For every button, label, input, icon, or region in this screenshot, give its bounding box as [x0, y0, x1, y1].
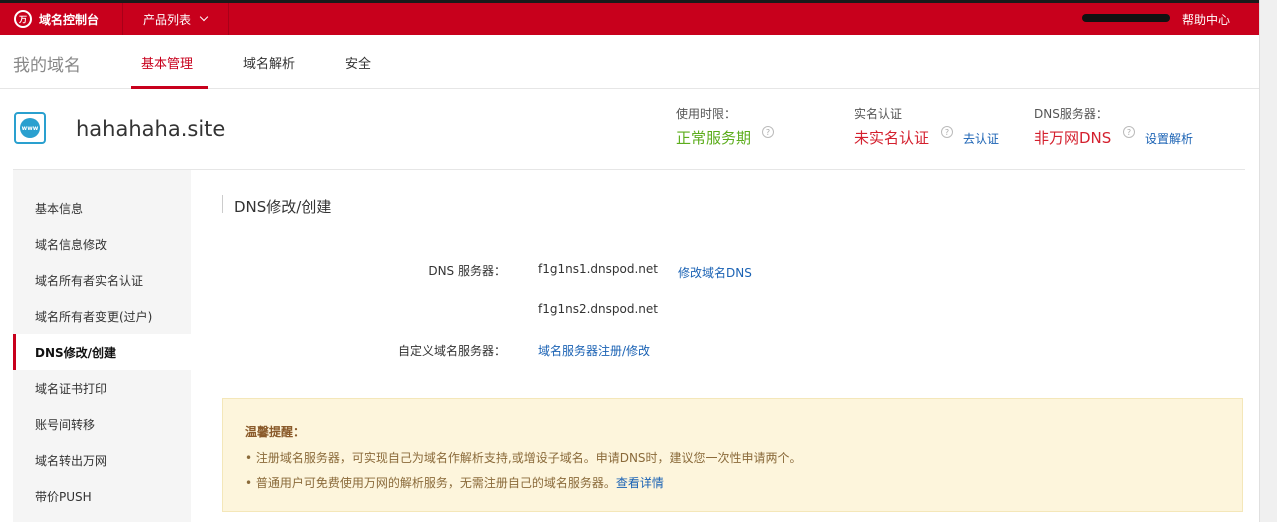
help-question-icon[interactable]: ?	[762, 126, 774, 138]
sidebar-item-basic-info[interactable]: 基本信息	[13, 190, 191, 226]
dns-server-status: 非万网DNS	[1034, 129, 1112, 147]
chevron-down-icon	[199, 12, 209, 22]
tab-domain-resolution[interactable]: 域名解析	[243, 53, 295, 72]
set-resolution-link[interactable]: 设置解析	[1145, 130, 1193, 147]
help-question-icon[interactable]: ?	[941, 126, 953, 138]
notice-line-2: • 普通用户可免费使用万网的解析服务，无需注册自己的域名服务器。查看详情	[245, 474, 664, 491]
sidebar-item-owner-change[interactable]: 域名所有者变更(过户)	[13, 298, 191, 334]
sidebar-item-dns[interactable]: DNS修改/创建	[13, 334, 191, 370]
dns-server-1: f1g1ns1.dnspod.net	[538, 262, 658, 276]
view-details-link[interactable]: 查看详情	[616, 476, 664, 490]
redacted-username	[1082, 14, 1170, 22]
products-label: 产品列表	[143, 12, 192, 27]
section-title: DNS修改/创建	[234, 198, 332, 216]
page-title: 我的域名	[13, 56, 81, 76]
www-globe-icon: www	[14, 112, 46, 144]
term-label: 使用时限：	[676, 107, 737, 121]
notice-line-2-text: • 普通用户可免费使用万网的解析服务，无需注册自己的域名服务器。	[245, 476, 616, 490]
sidebar: 基本信息 域名信息修改 域名所有者实名认证 域名所有者变更(过户) DNS修改/…	[13, 170, 191, 522]
verify-link[interactable]: 去认证	[963, 130, 999, 147]
top-bar: 万 域名控制台 产品列表 帮助中心	[0, 0, 1259, 35]
section-divider	[222, 195, 223, 213]
sidebar-item-certificate[interactable]: 域名证书打印	[13, 370, 191, 406]
sidebar-item-realname[interactable]: 域名所有者实名认证	[13, 262, 191, 298]
help-center-link[interactable]: 帮助中心	[1182, 3, 1230, 35]
brand-link[interactable]: 万 域名控制台	[0, 3, 123, 35]
dns-server-label: DNS服务器：	[1034, 107, 1108, 121]
help-question-icon[interactable]: ?	[1123, 126, 1135, 138]
realname-label: 实名认证	[854, 107, 903, 121]
custom-dns-label: 自定义域名服务器：	[397, 344, 506, 358]
vertical-scrollbar[interactable]	[1259, 0, 1277, 522]
sub-navigation: 我的域名 基本管理 域名解析 安全	[0, 35, 1259, 89]
tab-basic-management[interactable]: 基本管理	[141, 53, 193, 72]
sidebar-item-info-edit[interactable]: 域名信息修改	[13, 226, 191, 262]
realname-status: 未实名认证	[854, 129, 930, 147]
dns-server-2: f1g1ns2.dnspod.net	[538, 302, 658, 316]
sidebar-item-transfer-out[interactable]: 域名转出万网	[13, 442, 191, 478]
sidebar-item-account-transfer[interactable]: 账号间转移	[13, 406, 191, 442]
notice-title: 温馨提醒：	[245, 425, 306, 439]
notice-line-1: • 注册域名服务器，可实现自己为域名作解析支持,或增设子域名。申请DNS时，建议…	[245, 451, 802, 465]
header-divider	[13, 169, 1245, 170]
term-status: 正常服务期	[676, 129, 752, 147]
active-tab-indicator	[131, 86, 208, 89]
notice-box: 温馨提醒： • 注册域名服务器，可实现自己为域名作解析支持,或增设子域名。申请D…	[222, 398, 1243, 512]
brand-label: 域名控制台	[39, 12, 100, 27]
modify-dns-link[interactable]: 修改域名DNS	[678, 264, 752, 281]
sidebar-item-push[interactable]: 带价PUSH	[13, 478, 191, 514]
brand-logo-icon: 万	[14, 10, 32, 28]
tab-security[interactable]: 安全	[345, 53, 371, 72]
domain-name: hahahaha.site	[76, 117, 226, 141]
dns-server-field-label: DNS 服务器：	[428, 264, 506, 278]
products-menu-button[interactable]: 产品列表	[124, 3, 229, 35]
register-dns-link[interactable]: 域名服务器注册/修改	[538, 342, 650, 359]
